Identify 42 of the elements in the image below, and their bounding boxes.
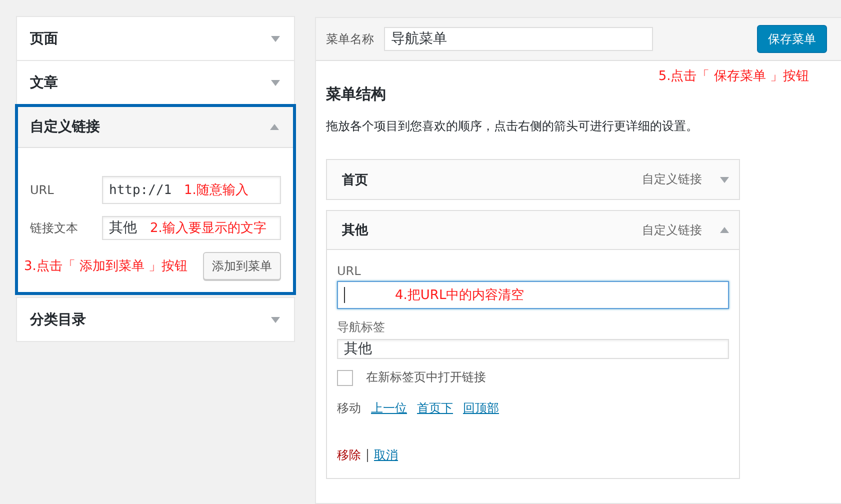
field-label: URL xyxy=(30,183,55,197)
collapse-arrow-icon[interactable] xyxy=(720,227,729,233)
menu-item-title: 其他 xyxy=(342,222,370,239)
section-title: 页面 xyxy=(30,30,58,48)
annotation-text: 5.点击「 保存菜单 」按钮 xyxy=(658,68,809,85)
menu-item-header[interactable]: 首页 自定义链接 xyxy=(327,160,739,199)
menu-item-title: 首页 xyxy=(342,172,369,188)
menu-name-field[interactable]: 导航菜单 xyxy=(384,27,653,51)
annotation-text: 3.点击「 添加到菜单 」按钮 xyxy=(24,258,188,275)
section-heading: 菜单结构 xyxy=(326,85,387,104)
add-to-menu-button[interactable]: 添加到菜单 xyxy=(203,252,281,280)
save-menu-button[interactable]: 保存菜单 xyxy=(757,25,827,53)
menu-item-type: 自定义链接 xyxy=(642,171,702,188)
section-title: 分类目录 xyxy=(30,310,86,328)
expand-arrow-icon[interactable] xyxy=(271,80,280,86)
expand-arrow-icon[interactable] xyxy=(271,36,280,42)
move-label: 移动 xyxy=(337,400,361,417)
annotation-text: 4.把URL中的内容清空 xyxy=(395,287,524,304)
remove-link[interactable]: 移除 xyxy=(337,447,361,464)
checkbox-label: 在新标签页中打开链接 xyxy=(366,369,486,386)
collapse-arrow-icon[interactable] xyxy=(270,124,279,130)
move-link[interactable]: 上一位 xyxy=(371,400,407,417)
menu-item-type: 自定义链接 xyxy=(642,222,702,238)
section-title: 文章 xyxy=(30,74,58,92)
url-field[interactable] xyxy=(337,281,729,309)
description-text: 拖放各个项目到您喜欢的顺序，点击右侧的箭头可进行更详细的设置。 xyxy=(326,118,699,135)
checkbox[interactable] xyxy=(337,370,353,386)
annotation-text: 1.随意输入 xyxy=(184,182,248,199)
field-label: 导航标签 xyxy=(337,319,386,336)
expand-arrow-icon[interactable] xyxy=(271,316,280,322)
section-header[interactable]: 自定义链接 xyxy=(18,107,293,148)
field-label: URL xyxy=(337,264,362,278)
section-title: 自定义链接 xyxy=(30,118,100,136)
expand-arrow-icon[interactable] xyxy=(720,176,729,182)
menu-name-label: 菜单名称 xyxy=(326,30,374,48)
field-label: 链接文本 xyxy=(30,220,79,236)
annotation-text: 2.输入要显示的文字 xyxy=(150,220,266,237)
cancel-link[interactable]: 取消 xyxy=(374,447,398,464)
move-link[interactable]: 回顶部 xyxy=(463,400,499,417)
menu-item-header[interactable]: 其他 自定义链接 xyxy=(327,211,739,250)
nav-label-field[interactable]: 其他 xyxy=(337,339,729,359)
move-link[interactable]: 首页下 xyxy=(417,400,453,417)
